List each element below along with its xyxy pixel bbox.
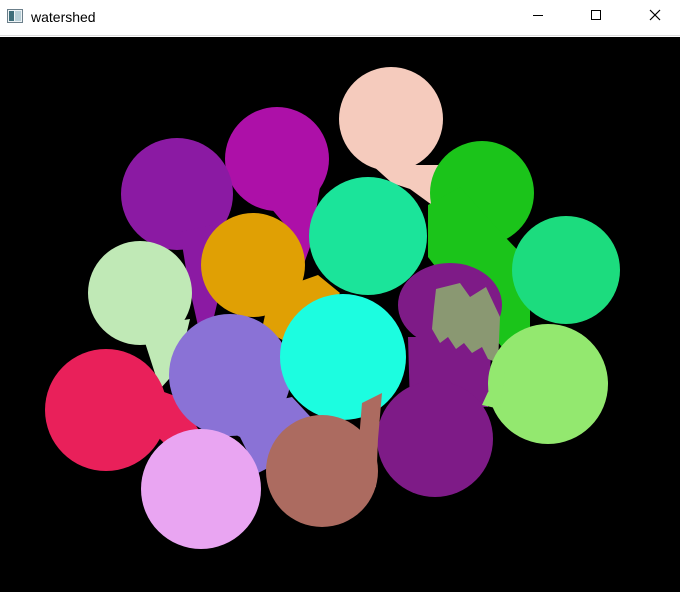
region-mint [309,177,427,295]
maximize-icon [590,8,602,26]
image-canvas[interactable] [0,37,680,592]
close-icon [649,8,661,26]
minimize-icon [532,8,544,26]
title-bar[interactable]: watershed [0,0,680,36]
maximize-button[interactable] [573,0,619,34]
region-emerald [512,216,620,324]
image-window-icon [7,9,23,23]
region-aqua [280,294,406,420]
close-button[interactable] [632,0,678,34]
segmentation-image [45,67,620,549]
minimize-button[interactable] [515,0,561,34]
app-window: watershed [0,0,680,592]
window-title: watershed [31,9,96,25]
region-pink [141,429,261,549]
